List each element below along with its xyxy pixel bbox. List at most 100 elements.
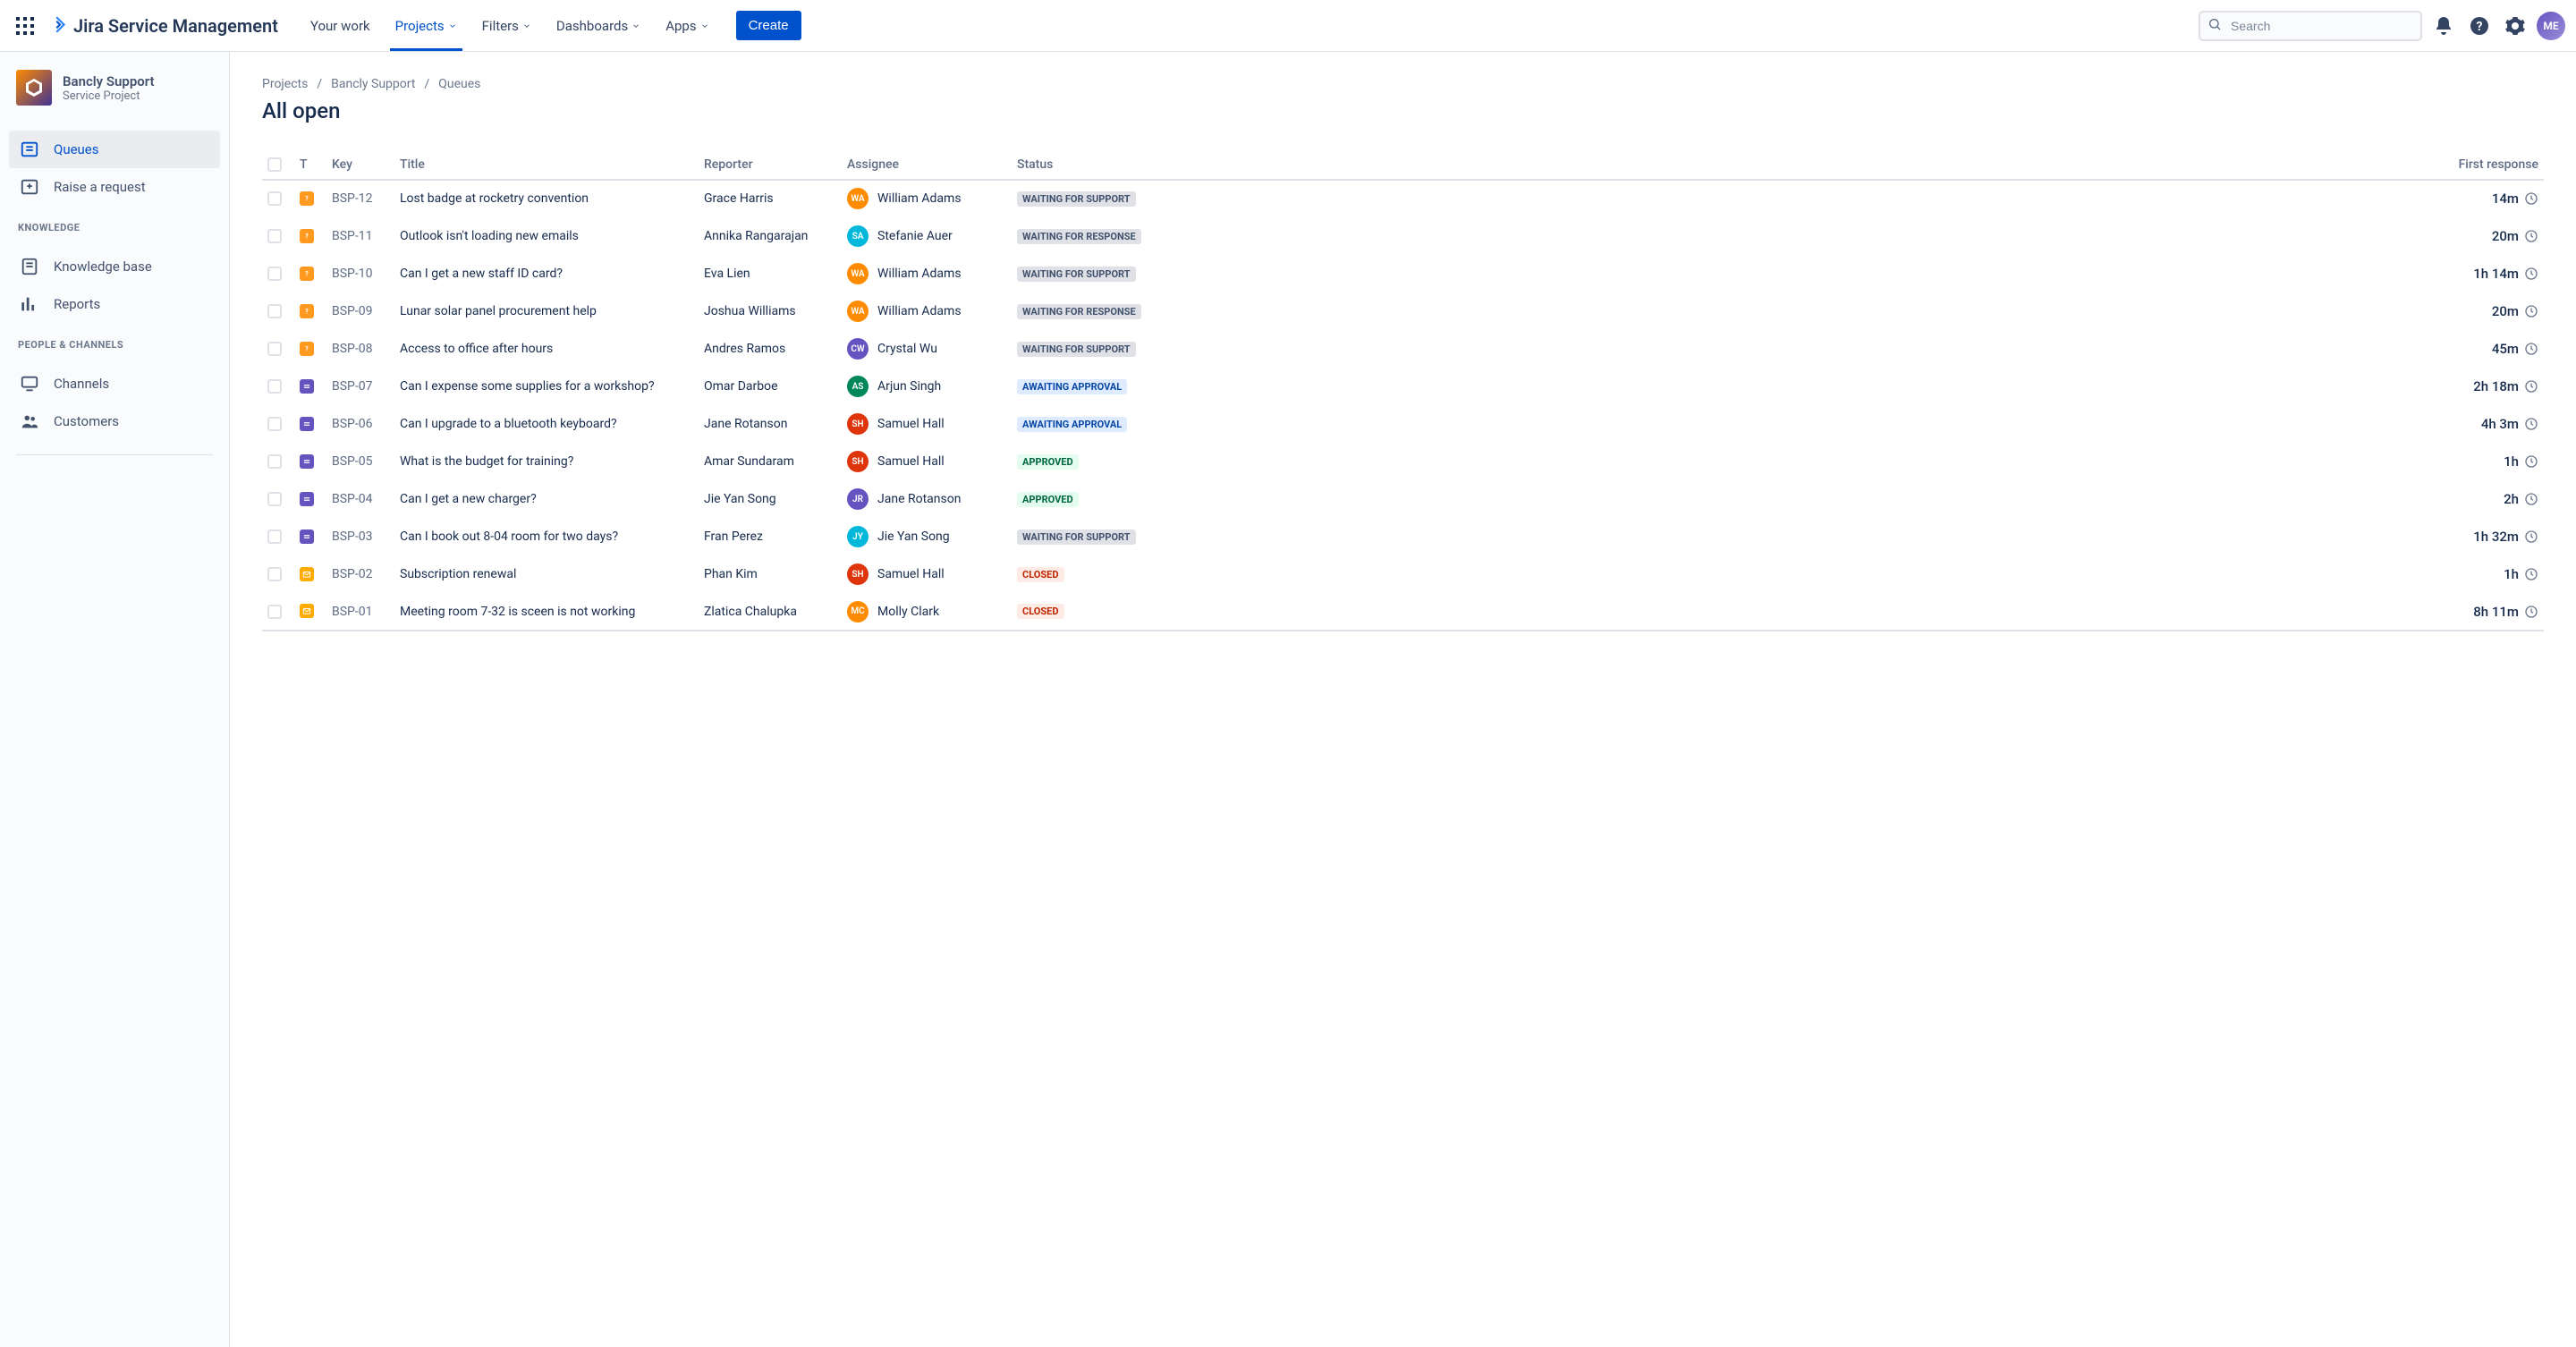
breadcrumb-item[interactable]: Projects: [262, 77, 308, 91]
search-input[interactable]: [2199, 11, 2422, 41]
issue-key[interactable]: BSP-05: [332, 454, 372, 469]
col-header-assignee[interactable]: Assignee: [842, 150, 1012, 180]
nav-item-label: Filters: [482, 18, 519, 34]
issue-title[interactable]: What is the budget for training?: [400, 454, 573, 469]
table-row[interactable]: BSP-05 What is the budget for training? …: [262, 443, 2544, 480]
nav-item-apps[interactable]: Apps: [655, 2, 719, 50]
assignee-cell[interactable]: WAWilliam Adams: [847, 263, 1006, 284]
reporter-name: Jane Rotanson: [704, 417, 787, 431]
row-checkbox[interactable]: [267, 342, 282, 356]
table-row[interactable]: ? BSP-09 Lunar solar panel procurement h…: [262, 292, 2544, 330]
project-header[interactable]: Bancly Support Service Project: [9, 70, 220, 123]
row-checkbox[interactable]: [267, 191, 282, 206]
assignee-cell[interactable]: WAWilliam Adams: [847, 301, 1006, 322]
issue-key[interactable]: BSP-03: [332, 529, 372, 544]
row-checkbox[interactable]: [267, 417, 282, 431]
row-checkbox[interactable]: [267, 529, 282, 544]
issue-title[interactable]: Can I book out 8-04 room for two days?: [400, 529, 618, 544]
assignee-cell[interactable]: WAWilliam Adams: [847, 188, 1006, 209]
assignee-cell[interactable]: SHSamuel Hall: [847, 563, 1006, 585]
breadcrumb-item[interactable]: Queues: [438, 77, 480, 91]
issue-title[interactable]: Can I upgrade to a bluetooth keyboard?: [400, 417, 617, 431]
issue-key[interactable]: BSP-06: [332, 417, 372, 431]
settings-icon[interactable]: [2501, 12, 2529, 40]
assignee-cell[interactable]: CWCrystal Wu: [847, 338, 1006, 360]
issue-title[interactable]: Lost badge at rocketry convention: [400, 191, 589, 206]
svg-text:?: ?: [305, 270, 309, 277]
status-badge: Awaiting approval: [1017, 379, 1127, 394]
issue-title[interactable]: Lunar solar panel procurement help: [400, 304, 597, 318]
row-checkbox[interactable]: [267, 605, 282, 619]
col-header-type[interactable]: T: [294, 150, 326, 180]
col-header-status[interactable]: Status: [1012, 150, 1191, 180]
sidebar-item-queues[interactable]: Queues: [9, 131, 220, 168]
row-checkbox[interactable]: [267, 492, 282, 506]
assignee-cell[interactable]: JRJane Rotanson: [847, 488, 1006, 510]
assignee-name: Jie Yan Song: [877, 529, 950, 544]
assignee-cell[interactable]: SHSamuel Hall: [847, 413, 1006, 435]
sidebar-item-knowledge-base[interactable]: Knowledge base: [9, 248, 220, 285]
row-checkbox[interactable]: [267, 567, 282, 581]
table-row[interactable]: ? BSP-12 Lost badge at rocketry conventi…: [262, 180, 2544, 217]
issue-title[interactable]: Can I get a new staff ID card?: [400, 267, 563, 281]
row-checkbox[interactable]: [267, 379, 282, 394]
sidebar-item-channels[interactable]: Channels: [9, 365, 220, 402]
table-row[interactable]: BSP-03 Can I book out 8-04 room for two …: [262, 518, 2544, 555]
issue-key[interactable]: BSP-09: [332, 304, 372, 318]
table-row[interactable]: BSP-06 Can I upgrade to a bluetooth keyb…: [262, 405, 2544, 443]
table-row[interactable]: ? BSP-11 Outlook isn't loading new email…: [262, 217, 2544, 255]
assignee-cell[interactable]: ASArjun Singh: [847, 376, 1006, 397]
issue-key[interactable]: BSP-08: [332, 342, 372, 356]
row-checkbox[interactable]: [267, 229, 282, 243]
row-checkbox[interactable]: [267, 267, 282, 281]
app-switcher-icon[interactable]: [11, 12, 39, 40]
product-logo[interactable]: Jira Service Management: [47, 15, 278, 37]
issue-title[interactable]: Access to office after hours: [400, 342, 553, 356]
col-header-reporter[interactable]: Reporter: [699, 150, 842, 180]
sidebar-item-raise-a-request[interactable]: Raise a request: [9, 168, 220, 206]
table-row[interactable]: ? BSP-08 Access to office after hours An…: [262, 330, 2544, 368]
issue-key[interactable]: BSP-10: [332, 267, 372, 281]
response-time: 1h: [2504, 453, 2519, 470]
sidebar-item-customers[interactable]: Customers: [9, 402, 220, 440]
sidebar-item-reports[interactable]: Reports: [9, 285, 220, 323]
nav-item-projects[interactable]: Projects: [385, 2, 468, 50]
assignee-cell[interactable]: MCMolly Clark: [847, 601, 1006, 623]
issue-key[interactable]: BSP-01: [332, 605, 372, 619]
issue-key[interactable]: BSP-11: [332, 229, 372, 243]
issue-title[interactable]: Subscription renewal: [400, 567, 516, 581]
assignee-cell[interactable]: SAStefanie Auer: [847, 225, 1006, 247]
breadcrumb-item[interactable]: Bancly Support: [331, 77, 415, 91]
row-checkbox[interactable]: [267, 304, 282, 318]
create-button[interactable]: Create: [736, 11, 801, 40]
issue-title[interactable]: Meeting room 7-32 is sceen is not workin…: [400, 605, 635, 619]
col-header-response[interactable]: First response: [1191, 150, 2544, 180]
nav-item-your-work[interactable]: Your work: [300, 2, 381, 50]
assignee-cell[interactable]: SHSamuel Hall: [847, 451, 1006, 472]
table-row[interactable]: BSP-04 Can I get a new charger? Jie Yan …: [262, 480, 2544, 518]
issue-key[interactable]: BSP-04: [332, 492, 372, 506]
issue-title[interactable]: Can I expense some supplies for a worksh…: [400, 379, 655, 394]
notifications-icon[interactable]: [2429, 12, 2458, 40]
request-icon: [20, 177, 39, 197]
issue-title[interactable]: Can I get a new charger?: [400, 492, 537, 506]
table-row[interactable]: BSP-07 Can I expense some supplies for a…: [262, 368, 2544, 405]
table-row[interactable]: BSP-02 Subscription renewal Phan Kim SHS…: [262, 555, 2544, 593]
table-row[interactable]: BSP-01 Meeting room 7-32 is sceen is not…: [262, 593, 2544, 631]
assignee-name: Molly Clark: [877, 605, 939, 619]
user-avatar[interactable]: ME: [2537, 12, 2565, 40]
col-header-key[interactable]: Key: [326, 150, 394, 180]
help-icon[interactable]: ?: [2465, 12, 2494, 40]
issue-key[interactable]: BSP-02: [332, 567, 372, 581]
row-checkbox[interactable]: [267, 454, 282, 469]
issue-key[interactable]: BSP-07: [332, 379, 372, 394]
col-header-title[interactable]: Title: [394, 150, 699, 180]
select-all-checkbox[interactable]: [267, 157, 282, 172]
issue-title[interactable]: Outlook isn't loading new emails: [400, 229, 579, 243]
issue-key[interactable]: BSP-12: [332, 191, 372, 206]
assignee-cell[interactable]: JYJie Yan Song: [847, 526, 1006, 547]
reporter-name: Eva Lien: [704, 267, 750, 281]
nav-item-filters[interactable]: Filters: [471, 2, 542, 50]
nav-item-dashboards[interactable]: Dashboards: [546, 2, 651, 50]
table-row[interactable]: ? BSP-10 Can I get a new staff ID card? …: [262, 255, 2544, 292]
